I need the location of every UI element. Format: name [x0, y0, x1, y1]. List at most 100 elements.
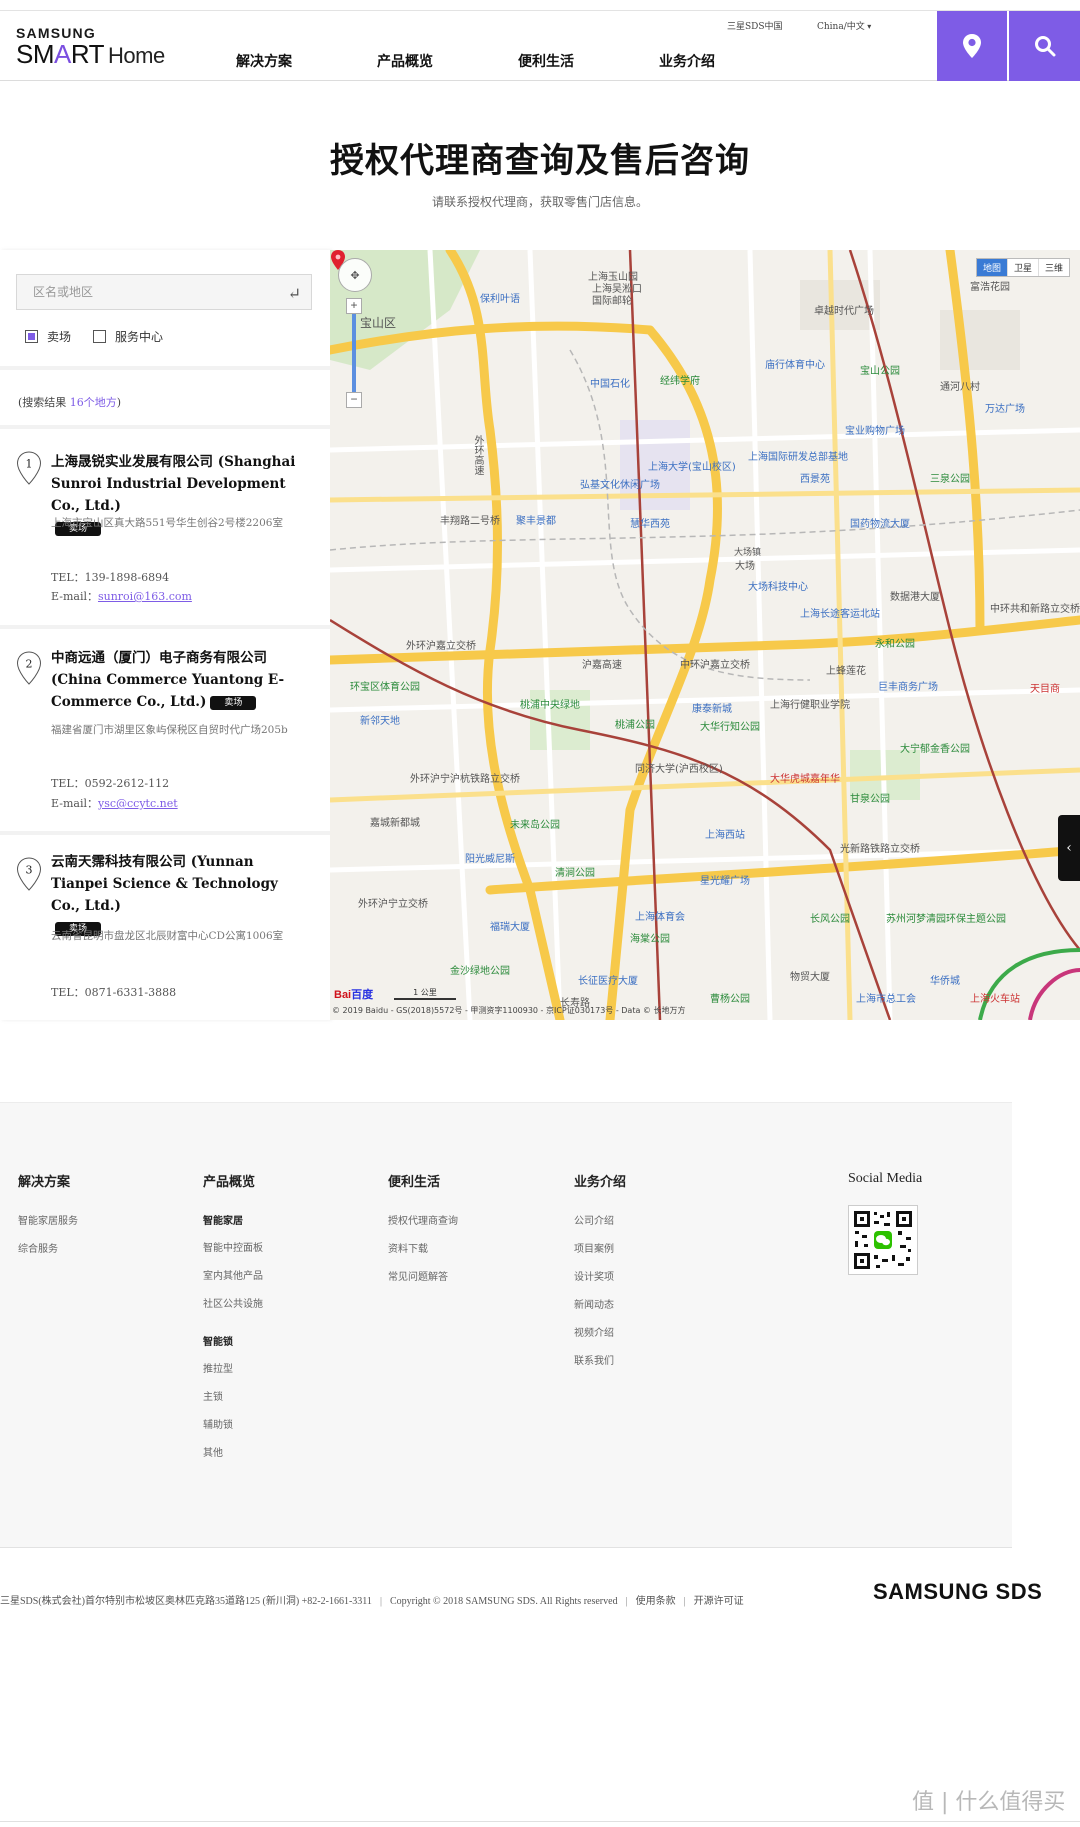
footer-col-title: 解决方案	[18, 1175, 71, 1190]
map-poi-label: 大场镇	[734, 548, 762, 558]
filter-service-center-checkbox[interactable]: 服务中心	[93, 328, 163, 345]
footer-link[interactable]: 综合服务	[18, 1240, 78, 1255]
samsung-sds-logo[interactable]: SAMSUNG SDS	[873, 1579, 1042, 1605]
map-poi-label: 环宝区体育公园	[350, 682, 420, 693]
map-type-satellite[interactable]: 卫星	[1006, 259, 1038, 276]
filter-service-center-label: 服务中心	[115, 330, 164, 344]
map-poi-label: 嘉城新都城	[370, 818, 420, 829]
email-label: E-mail：	[51, 590, 98, 603]
dealer-item[interactable]: 1 上海晟锐实业发展有限公司 (Shanghai Sunroi Industri…	[0, 429, 330, 625]
map-poi-label: 光新路铁路立交桥	[840, 844, 920, 855]
map-poi-label: 大宁郁金香公园	[900, 744, 970, 755]
map-scale-bar: 1 公里	[394, 987, 456, 1000]
footer-link[interactable]: 项目案例	[574, 1240, 626, 1255]
filter-store-checkbox[interactable]: 卖场	[25, 328, 71, 345]
footer-link[interactable]: 资料下载	[388, 1240, 458, 1255]
dealer-map[interactable]: 上海玉山园 保利叶语 上海吴淞口 国际邮轮 卓越时代广场 富浩花园 宝山区 中国…	[330, 250, 1080, 1020]
map-poi-label: 康泰新城	[692, 704, 732, 715]
language-selector[interactable]: China/中文	[817, 19, 871, 32]
footer-link[interactable]: 视频介绍	[574, 1324, 626, 1339]
pan-control-icon[interactable]: ✥	[338, 258, 372, 292]
numbered-pin-icon: 3	[16, 857, 42, 891]
social-media-title: Social Media	[848, 1171, 923, 1186]
footer-link[interactable]: 推拉型	[203, 1360, 263, 1375]
map-poi-label: 数据港大厦	[890, 592, 940, 603]
logo-home-text: Home	[108, 43, 165, 68]
nav-solutions[interactable]: 解决方案	[236, 51, 377, 71]
samsung-sds-china-link[interactable]: 三星SDS中国	[727, 19, 783, 32]
map-poi-label: 同济大学(沪西校区)	[635, 764, 723, 775]
footer-col-title: 便利生活	[388, 1175, 441, 1190]
map-type-3d[interactable]: 三维	[1037, 259, 1069, 276]
page-subtitle: 请联系授权代理商，获取零售门店信息。	[431, 195, 648, 209]
region-search-input[interactable]	[17, 275, 267, 309]
footer-subheading[interactable]: 智能锁	[203, 1333, 263, 1348]
footer-link[interactable]: 智能家居服务	[18, 1212, 78, 1227]
map-poi-label: 大场	[735, 561, 755, 572]
search-result-count: (搜索结果 16个地方)	[18, 394, 121, 410]
map-poi-label: 清涧公园	[555, 868, 595, 879]
footer-link[interactable]: 社区公共设施	[203, 1295, 263, 1310]
footer-link[interactable]: 授权代理商查询	[388, 1212, 458, 1227]
dealer-item[interactable]: 3 云南天霈科技有限公司 (Yunnan Tianpei Science & T…	[0, 835, 330, 1020]
logo-smart-a: A	[54, 39, 71, 69]
footer-link[interactable]: 设计奖项	[574, 1268, 626, 1283]
terms-of-use-link[interactable]: 使用条款	[636, 1596, 676, 1607]
footer-link[interactable]: 智能中控面板	[203, 1239, 263, 1254]
nav-business[interactable]: 业务介绍	[659, 51, 800, 71]
search-button[interactable]	[1009, 11, 1080, 81]
map-poi-label: 曹杨公园	[710, 994, 750, 1005]
zoom-out-button[interactable]: −	[346, 392, 362, 408]
dealer-list-panel: ↵ 卖场 服务中心 (搜索结果 16个地方) 1 上海晟锐实业发展有限公司 (S…	[0, 250, 330, 1020]
pin-number: 3	[26, 864, 33, 877]
smzdm-watermark: 值 | 什么值得买	[912, 1790, 1066, 1815]
map-poi-label: 桃浦中央绿地	[520, 700, 580, 711]
zoom-in-button[interactable]: +	[346, 298, 362, 314]
chevron-left-icon[interactable]: ‹	[1058, 815, 1080, 881]
separator: |	[625, 1596, 628, 1607]
footer-link[interactable]: 主锁	[203, 1388, 263, 1403]
separator: |	[683, 1596, 686, 1607]
map-poi-label: 天目商	[1030, 684, 1060, 695]
footer-social-media: Social Media	[848, 1171, 922, 1275]
nav-convenience[interactable]: 便利生活	[518, 51, 659, 71]
footer-legal: 三星SDS(株式会社)首尔特别市松坡区奥林匹克路35道路125 (新川洞) +8…	[0, 1592, 744, 1607]
footer-col-business: 业务介绍 公司介绍 项目案例 设计奖项 新闻动态 视频介绍 联系我们	[574, 1171, 626, 1380]
email-link[interactable]: sunroi@163.com	[98, 590, 192, 603]
site-header: SAMSUNG SMART Home 解决方案 产品概览 便利生活 业务介绍 三星…	[0, 11, 1080, 81]
footer-link[interactable]: 其他	[203, 1444, 263, 1459]
enter-icon[interactable]: ↵	[288, 284, 301, 303]
map-poi-label: 上海大学(宝山校区)	[648, 462, 736, 473]
footer-link[interactable]: 新闻动态	[574, 1296, 626, 1311]
zoom-slider-track[interactable]	[352, 314, 356, 392]
map-poi-label: 阳光威尼斯	[465, 854, 515, 865]
dealer-email: E-mail：ysc@ccytc.net	[51, 795, 178, 811]
zoom-control: + −	[346, 298, 362, 408]
open-source-license-link[interactable]: 开源许可证	[694, 1596, 744, 1607]
store-type-badge: 卖场	[210, 695, 257, 710]
nav-products[interactable]: 产品概览	[377, 51, 518, 71]
wechat-qr-code-icon[interactable]	[848, 1205, 918, 1275]
result-prefix: (搜索结果	[18, 396, 70, 409]
footer-link[interactable]: 公司介绍	[574, 1212, 626, 1227]
footer-subheading[interactable]: 智能家居	[203, 1212, 263, 1227]
map-poi-label: 长风公园	[810, 914, 850, 925]
map-poi-label: 卓越时代广场	[814, 306, 874, 317]
email-link[interactable]: ysc@ccytc.net	[98, 797, 178, 810]
location-button[interactable]	[937, 11, 1007, 81]
map-type-map[interactable]: 地图	[976, 259, 1007, 276]
dealer-item[interactable]: 2 中商远通（厦门）电子商务有限公司 (China Commerce Yuant…	[0, 629, 330, 831]
map-poi-label: 大华虎城嘉年华	[770, 774, 840, 785]
dealer-phone: TEL：0592-2612-112	[51, 777, 170, 790]
map-poi-label: 三泉公园	[930, 474, 970, 485]
checkbox-unchecked-icon	[93, 330, 107, 343]
dealer-name: 云南天霈科技有限公司 (Yunnan Tianpei Science & Tec…	[51, 851, 306, 939]
footer-link[interactable]: 辅助锁	[203, 1416, 263, 1431]
footer-link[interactable]: 常见问题解答	[388, 1268, 458, 1283]
samsung-smart-home-logo[interactable]: SAMSUNG SMART Home	[16, 25, 165, 69]
footer-col-products: 产品概览 智能家居 智能中控面板 室内其他产品 社区公共设施 智能锁 推拉型 主…	[203, 1171, 263, 1472]
numbered-pin-icon: 1	[16, 451, 42, 485]
footer-divider	[0, 1547, 1012, 1548]
footer-link[interactable]: 室内其他产品	[203, 1267, 263, 1282]
footer-link[interactable]: 联系我们	[574, 1352, 626, 1367]
